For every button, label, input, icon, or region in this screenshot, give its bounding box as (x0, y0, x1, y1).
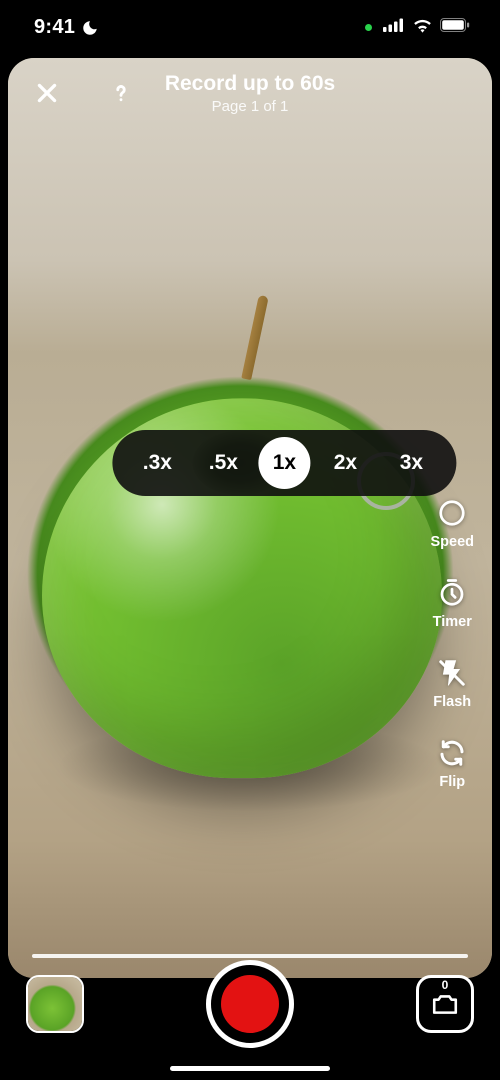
cellular-signal-icon (383, 18, 405, 37)
status-time: 9:41 (34, 16, 75, 39)
upload-gallery-button[interactable]: 0 (416, 975, 474, 1033)
zoom-option-0.3x[interactable]: .3x (126, 451, 188, 475)
camera-tools: Speed Timer Flash Flip (430, 498, 474, 790)
thumb-image (28, 977, 82, 1031)
gallery-count: 0 (442, 978, 449, 992)
home-indicator[interactable] (170, 1066, 330, 1071)
scene-apple-stem (241, 295, 268, 380)
speed-button[interactable]: Speed (430, 498, 474, 550)
record-icon (221, 975, 279, 1033)
device-frame: 9:41 (0, 0, 500, 1080)
bottom-bar: 0 (0, 948, 500, 1080)
flash-button[interactable]: Flash (433, 658, 471, 710)
flip-label: Flip (439, 774, 465, 790)
flip-camera-button[interactable]: Flip (437, 738, 467, 790)
camera-active-indicator-icon (365, 24, 372, 31)
zoom-option-0.5x[interactable]: .5x (192, 451, 254, 475)
timer-label: Timer (433, 614, 472, 630)
camera-viewfinder[interactable]: Record up to 60s Page 1 of 1 .3x .5x 1x … (8, 58, 492, 978)
recording-progress (32, 954, 468, 958)
status-right (365, 18, 470, 38)
zoom-option-3x[interactable]: 3x (380, 451, 442, 475)
record-button[interactable] (206, 960, 294, 1048)
zoom-option-2x[interactable]: 2x (314, 451, 376, 475)
zoom-option-1x[interactable]: 1x (258, 437, 310, 489)
last-capture-thumbnail[interactable] (26, 975, 84, 1033)
camera-scene (8, 58, 492, 978)
zoom-selector[interactable]: .3x .5x 1x 2x 3x (112, 430, 456, 496)
flash-label: Flash (433, 694, 471, 710)
do-not-disturb-icon (81, 19, 99, 37)
help-button[interactable] (104, 76, 138, 110)
status-bar: 9:41 (0, 0, 500, 55)
battery-icon (440, 18, 470, 37)
close-button[interactable] (30, 76, 64, 110)
speed-label: Speed (430, 534, 474, 550)
status-left: 9:41 (34, 16, 99, 39)
wifi-icon (412, 18, 433, 38)
timer-button[interactable]: Timer (433, 578, 472, 630)
